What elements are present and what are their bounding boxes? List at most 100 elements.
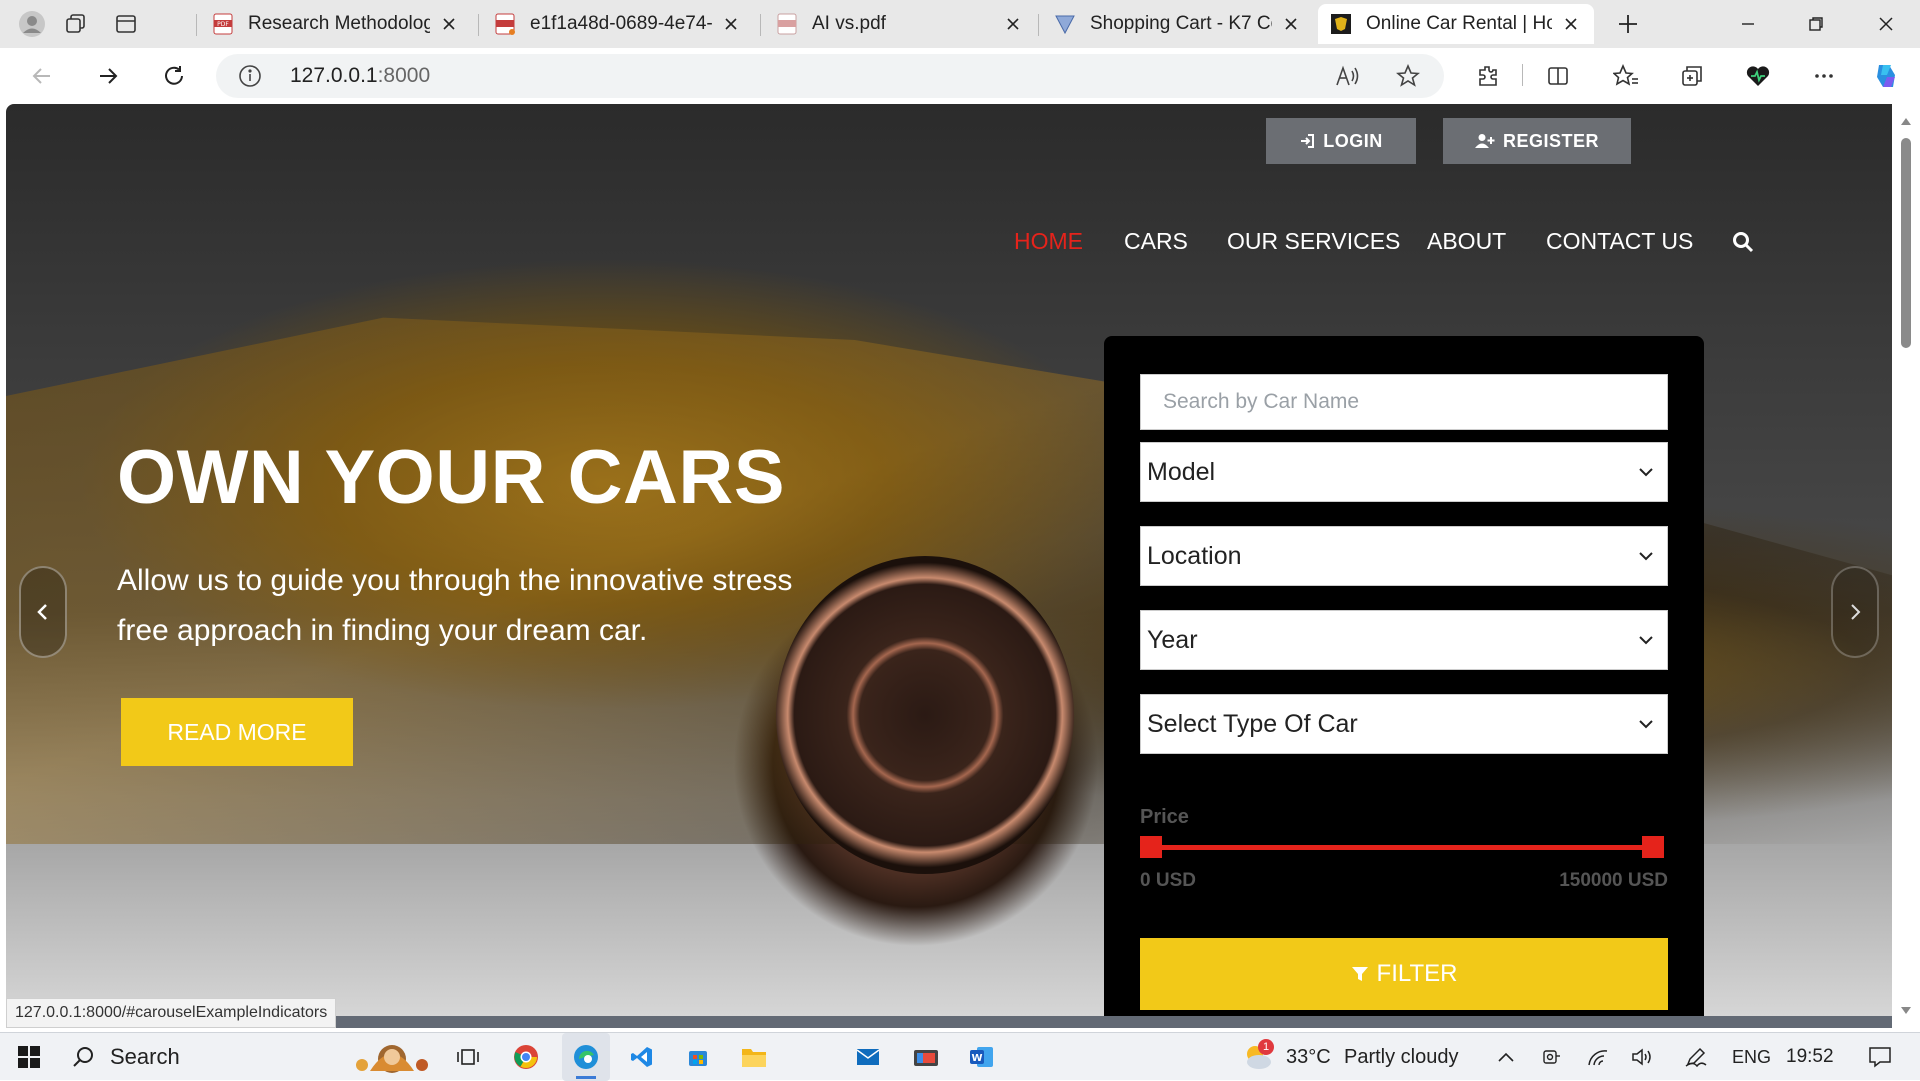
edge-app-icon[interactable] bbox=[562, 1033, 610, 1081]
extensions-icon[interactable] bbox=[1468, 56, 1508, 96]
input-language[interactable]: ENG bbox=[1732, 1033, 1771, 1081]
year-select-value: Year bbox=[1147, 625, 1198, 654]
search-placeholder: Search by Car Name bbox=[1163, 390, 1360, 413]
tab-research-methodology[interactable]: PDF Research Methodology bbox=[200, 4, 472, 44]
tab-title: Online Car Rental | Hor bbox=[1366, 13, 1552, 34]
weather-icon[interactable]: 1 bbox=[1238, 1033, 1278, 1081]
volume-icon[interactable] bbox=[1626, 1033, 1658, 1081]
model-select-value: Model bbox=[1147, 457, 1216, 486]
notifications-icon[interactable] bbox=[1858, 1033, 1902, 1081]
carousel-prev-button[interactable] bbox=[19, 566, 67, 658]
model-select[interactable]: Model bbox=[1140, 442, 1668, 502]
tab-pdf-document[interactable]: e1f1a48d-0689-4e74-9f bbox=[482, 4, 754, 44]
filter-button[interactable]: FILTER bbox=[1140, 938, 1668, 1010]
nav-our-services[interactable]: OUR SERVICES bbox=[1227, 228, 1400, 255]
url-text: 127.0.0.1:8000 bbox=[290, 64, 430, 88]
svg-text:W: W bbox=[971, 1053, 982, 1064]
close-window-icon[interactable] bbox=[1856, 0, 1916, 48]
read-more-button[interactable]: READ MORE bbox=[121, 698, 353, 766]
tab-title: e1f1a48d-0689-4e74-9f bbox=[530, 13, 712, 34]
close-tab-icon[interactable] bbox=[438, 13, 460, 35]
nav-about[interactable]: ABOUT bbox=[1427, 228, 1506, 255]
restore-icon[interactable] bbox=[1786, 0, 1846, 48]
task-view-icon[interactable] bbox=[448, 1033, 488, 1081]
car-name-search-input[interactable]: Search by Car Name bbox=[1140, 374, 1668, 430]
mail-app-icon[interactable] bbox=[848, 1033, 888, 1081]
location-select[interactable]: Location bbox=[1140, 526, 1668, 586]
media-app-icon[interactable] bbox=[906, 1033, 946, 1081]
taskbar-search[interactable]: Search bbox=[58, 1033, 438, 1081]
price-min-handle[interactable] bbox=[1140, 836, 1162, 858]
car-search-panel: Search by Car Name Model Location Year S… bbox=[1104, 336, 1704, 1028]
nav-home[interactable]: HOME bbox=[1014, 228, 1083, 255]
wifi-icon[interactable] bbox=[1582, 1033, 1614, 1081]
car-wheel-image bbox=[776, 556, 1074, 874]
scroll-down-icon[interactable] bbox=[1900, 1004, 1912, 1016]
url-host: 127.0.0.1 bbox=[290, 64, 378, 87]
back-icon[interactable] bbox=[22, 56, 62, 96]
more-options-icon[interactable] bbox=[1804, 56, 1844, 96]
tab-ai-vs-pdf[interactable]: AI vs.pdf bbox=[764, 4, 1036, 44]
carousel-next-button[interactable] bbox=[1831, 566, 1879, 658]
car-type-select[interactable]: Select Type Of Car bbox=[1140, 694, 1668, 754]
minimize-icon[interactable] bbox=[1718, 0, 1778, 48]
refresh-icon[interactable] bbox=[154, 56, 194, 96]
weather-condition[interactable]: Partly cloudy bbox=[1344, 1033, 1459, 1081]
file-explorer-icon[interactable] bbox=[734, 1033, 774, 1081]
store-app-icon[interactable] bbox=[678, 1033, 718, 1081]
favorite-star-icon[interactable] bbox=[1388, 56, 1428, 96]
tab-actions-icon[interactable] bbox=[108, 6, 144, 42]
scroll-up-icon[interactable] bbox=[1900, 116, 1912, 128]
taskbar-search-label: Search bbox=[110, 1044, 180, 1069]
forward-icon[interactable] bbox=[88, 56, 128, 96]
search-highlight-icon bbox=[356, 1045, 428, 1073]
nav-cars[interactable]: CARS bbox=[1124, 228, 1188, 255]
running-indicator bbox=[576, 1076, 596, 1079]
weather-temperature[interactable]: 33°C bbox=[1286, 1033, 1331, 1081]
nav-contact-us[interactable]: CONTACT US bbox=[1546, 228, 1693, 255]
login-button[interactable]: LOGIN bbox=[1266, 118, 1416, 164]
workspaces-icon[interactable] bbox=[58, 6, 94, 42]
vertical-scrollbar[interactable] bbox=[1892, 104, 1920, 1028]
close-tab-icon[interactable] bbox=[720, 13, 742, 35]
close-tab-icon[interactable] bbox=[1002, 13, 1024, 35]
filter-icon bbox=[1351, 967, 1368, 981]
tab-strip: PDF Research Methodology e1f1a48d-0689-4… bbox=[0, 0, 1920, 48]
close-tab-icon[interactable] bbox=[1560, 13, 1582, 35]
clock-time[interactable]: 19:52 bbox=[1786, 1033, 1834, 1081]
tab-online-car-rental[interactable]: Online Car Rental | Hor bbox=[1318, 4, 1594, 44]
collections-icon[interactable] bbox=[1672, 56, 1712, 96]
weather-alert-badge: 1 bbox=[1258, 1039, 1274, 1055]
pen-menu-icon[interactable] bbox=[1680, 1033, 1712, 1081]
close-tab-icon[interactable] bbox=[1280, 13, 1302, 35]
word-app-icon[interactable]: W bbox=[962, 1033, 1002, 1081]
chrome-app-icon[interactable] bbox=[506, 1033, 546, 1081]
sign-in-icon bbox=[1301, 134, 1315, 148]
search-icon[interactable] bbox=[1732, 231, 1754, 259]
hero-title: OWN YOUR CARS bbox=[117, 435, 786, 520]
year-select[interactable]: Year bbox=[1140, 610, 1668, 670]
chevron-down-icon bbox=[1639, 468, 1653, 477]
scrollbar-thumb[interactable] bbox=[1901, 138, 1911, 348]
address-bar[interactable]: 127.0.0.1:8000 bbox=[216, 54, 1444, 98]
split-screen-icon[interactable] bbox=[1538, 56, 1578, 96]
pdf-icon: PDF bbox=[212, 13, 234, 35]
tab-shopping-cart[interactable]: Shopping Cart - K7 Co bbox=[1042, 4, 1314, 44]
favorites-icon[interactable] bbox=[1606, 56, 1646, 96]
new-tab-icon[interactable] bbox=[1610, 6, 1646, 42]
page-viewport: LOGIN REGISTER HOME CARS OUR SERVICES AB… bbox=[6, 104, 1892, 1028]
price-max-handle[interactable] bbox=[1642, 836, 1664, 858]
car-type-select-value: Select Type Of Car bbox=[1147, 709, 1358, 738]
copilot-icon[interactable] bbox=[1866, 56, 1906, 96]
site-info-icon[interactable] bbox=[238, 64, 262, 88]
show-hidden-icons-chevron-up-icon[interactable] bbox=[1490, 1033, 1522, 1081]
camera-icon[interactable] bbox=[1536, 1033, 1568, 1081]
profile-avatar-icon[interactable] bbox=[14, 6, 50, 42]
register-button[interactable]: REGISTER bbox=[1443, 118, 1631, 164]
browser-essentials-icon[interactable] bbox=[1738, 56, 1778, 96]
browser-toolbar: 127.0.0.1:8000 bbox=[0, 48, 1920, 104]
start-windows-icon[interactable] bbox=[6, 1033, 52, 1081]
tab-title: AI vs.pdf bbox=[812, 13, 886, 34]
vscode-app-icon[interactable] bbox=[622, 1033, 662, 1081]
read-aloud-icon[interactable] bbox=[1328, 56, 1368, 96]
